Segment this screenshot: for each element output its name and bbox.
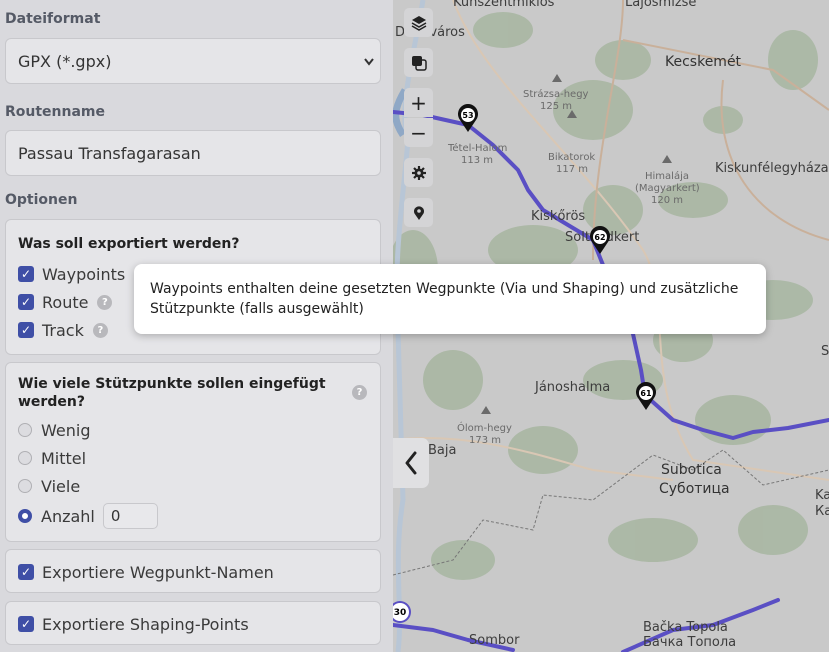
radio-viele-circle[interactable] xyxy=(18,479,32,493)
export-waypoint-names-checkbox[interactable]: ✓ xyxy=(18,564,34,580)
map-label-olom-height: 173 m xyxy=(469,435,502,446)
route-checkbox[interactable]: ✓ xyxy=(18,294,34,310)
zoom-out-button[interactable]: − xyxy=(404,118,433,147)
file-format-value: GPX (*.gpx) xyxy=(18,52,112,71)
map-label-straza: Strázsa-hegy xyxy=(523,89,589,100)
options-label: Optionen xyxy=(5,192,78,208)
waypoint-marker-53-label: 53 xyxy=(462,111,473,120)
radio-viele-label: Viele xyxy=(41,476,81,496)
overlay-button[interactable] xyxy=(404,48,433,77)
export-waypoint-names-card[interactable]: ✓ Exportiere Wegpunkt-Namen xyxy=(5,549,381,593)
waypoints-tooltip-text: Waypoints enthalten deine gesetzten Wegp… xyxy=(150,281,739,317)
route-option[interactable]: ✓ Route ? xyxy=(18,292,113,312)
radio-anzahl-label: Anzahl xyxy=(41,506,95,526)
layers-icon xyxy=(411,15,426,31)
collapse-panel-button[interactable] xyxy=(393,438,429,488)
waypoint-marker-62-label: 62 xyxy=(594,233,605,242)
file-format-select[interactable]: GPX (*.gpx) xyxy=(5,38,381,84)
map-label-bikatorok-height: 117 m xyxy=(556,164,589,175)
export-waypoint-names-option[interactable]: ✓ Exportiere Wegpunkt-Namen xyxy=(18,562,274,582)
map-label-kunszentmiklos: Kunszentmiklós xyxy=(453,0,555,10)
track-option[interactable]: ✓ Track ? xyxy=(18,320,108,340)
radio-viele[interactable]: Viele xyxy=(18,476,80,496)
radio-anzahl[interactable]: Anzahl 0 xyxy=(18,503,158,529)
overlay-icon xyxy=(411,55,427,71)
map-label-kecskemet: Kecskemét xyxy=(665,54,742,70)
support-points-card: Wie viele Stützpunkte sollen eingefügt w… xyxy=(5,362,381,542)
map-label-sombor: Sombor xyxy=(469,633,520,648)
track-label: Track xyxy=(42,320,84,340)
layers-button[interactable] xyxy=(404,8,433,37)
waypoints-checkbox[interactable]: ✓ xyxy=(18,266,34,282)
map-label-straza-height: 125 m xyxy=(540,101,573,112)
count-input[interactable]: 0 xyxy=(102,503,158,529)
export-shaping-points-label: Exportiere Shaping-Points xyxy=(42,614,249,634)
waypoint-marker-62[interactable]: 62 xyxy=(588,225,612,255)
route-name-input[interactable]: Passau Transfagarasan xyxy=(5,130,381,176)
map-label-himalaja2: (Magyarkert) xyxy=(635,183,700,194)
map-label-ka: Ka xyxy=(815,488,829,503)
location-pin-icon xyxy=(413,205,424,220)
map-label-himalaja-height: 120 m xyxy=(651,195,684,206)
zoom-in-button[interactable]: + xyxy=(404,88,433,117)
support-points-help-icon[interactable]: ? xyxy=(352,385,367,400)
waypoints-label: Waypoints xyxy=(42,264,126,284)
chevron-left-icon xyxy=(405,451,417,475)
map-label-subotica-cyr: Суботица xyxy=(659,481,730,497)
waypoint-marker-61-label: 61 xyxy=(640,389,652,398)
support-points-title: Wie viele Stützpunkte sollen eingefügt w… xyxy=(18,376,326,410)
map-label-kiskunfelegyhaza: Kiskunfélegyháza xyxy=(715,161,829,176)
export-shaping-points-card[interactable]: ✓ Exportiere Shaping-Points xyxy=(5,601,381,645)
map-label-backa: Bačka Topola xyxy=(643,620,728,635)
waypoints-option[interactable]: ✓ Waypoints xyxy=(18,264,125,284)
radio-mittel-label: Mittel xyxy=(41,448,87,468)
chevron-down-icon xyxy=(364,39,374,104)
file-format-label: Dateiformat xyxy=(5,11,101,27)
map-label-s: S xyxy=(821,344,829,359)
radio-anzahl-circle[interactable] xyxy=(18,509,32,523)
radio-wenig-circle[interactable] xyxy=(18,423,32,437)
waypoint-marker-61[interactable]: 61 xyxy=(634,381,658,411)
radio-wenig[interactable]: Wenig xyxy=(18,420,90,440)
waypoints-tooltip: Waypoints enthalten deine gesetzten Wegp… xyxy=(134,264,766,334)
route-name-label: Routenname xyxy=(5,104,106,120)
map-label-olom: Ólom-hegy xyxy=(457,423,512,434)
map-label-bikatorok: Bikatorok xyxy=(548,152,596,163)
settings-button[interactable] xyxy=(404,158,433,187)
route-label: Route xyxy=(42,292,89,312)
map-label-lajosmizse: Lajosmizse xyxy=(625,0,697,10)
map-label-backa-cyr: Бачка Топола xyxy=(643,635,737,650)
location-button[interactable] xyxy=(404,198,433,227)
radio-mittel-circle[interactable] xyxy=(18,451,32,465)
track-checkbox[interactable]: ✓ xyxy=(18,322,34,338)
waypoint-marker-53[interactable]: 53 xyxy=(456,103,480,133)
map-label-ka-cyr: Кан xyxy=(815,504,829,519)
track-help-icon[interactable]: ? xyxy=(92,322,108,338)
map-label-baja: Baja xyxy=(428,443,457,458)
map-label-tetel: Tétel-Halom xyxy=(448,143,508,154)
waypoint-marker-30[interactable]: 30 xyxy=(393,598,414,628)
route-help-icon[interactable]: ? xyxy=(97,294,113,310)
map-label-himalaja: Himalája xyxy=(645,171,689,182)
export-shaping-points-option[interactable]: ✓ Exportiere Shaping-Points xyxy=(18,614,249,634)
waypoint-marker-30-label: 30 xyxy=(394,608,407,618)
map-label-kiskoros: Kiskőrös xyxy=(531,209,586,224)
map-label-subotica: Subotica xyxy=(661,462,722,478)
export-waypoint-names-label: Exportiere Wegpunkt-Namen xyxy=(42,562,274,582)
map-label-janoshalma: Jánoshalma xyxy=(535,380,611,395)
export-options-title: Was soll exportiert werden? xyxy=(18,236,240,252)
export-shaping-points-checkbox[interactable]: ✓ xyxy=(18,616,34,632)
gear-icon xyxy=(411,165,426,180)
radio-wenig-label: Wenig xyxy=(41,420,91,440)
radio-mittel[interactable]: Mittel xyxy=(18,448,86,468)
map-label-tetel-height: 113 m xyxy=(461,155,494,166)
